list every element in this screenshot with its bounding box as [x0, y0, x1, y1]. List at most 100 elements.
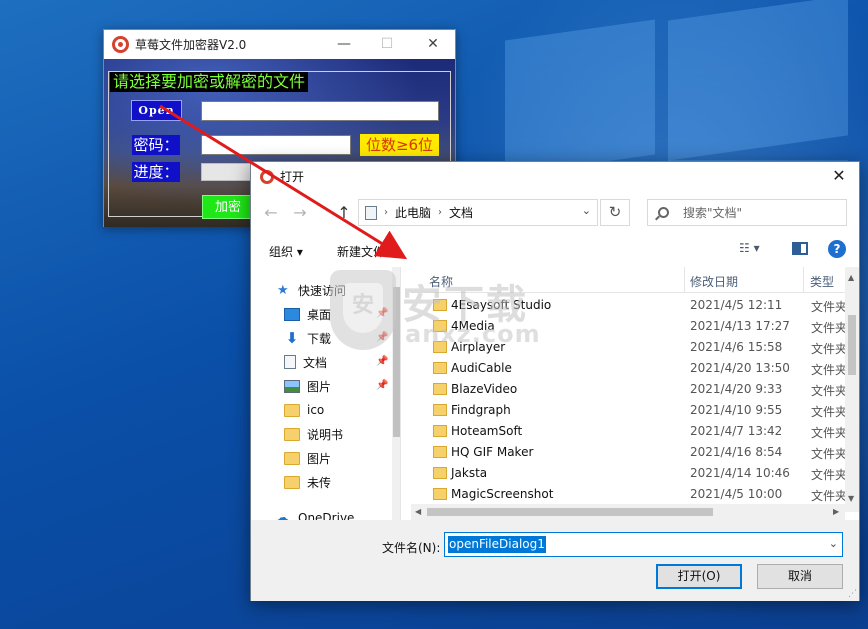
scroll-up-arrow-icon[interactable]: ▲	[848, 273, 854, 282]
nav-item-label: 图片	[307, 379, 332, 394]
horizontal-scroll-thumb[interactable]	[427, 508, 713, 516]
open-file-button[interactable]: Open	[131, 100, 182, 121]
nav-item-pictures[interactable]: 图片	[284, 375, 331, 397]
picture-icon	[284, 379, 300, 393]
watermark-shield-text: 安	[343, 283, 383, 333]
nav-item-documents[interactable]: 文档	[284, 351, 327, 373]
file-type: 文件夹	[811, 342, 848, 356]
folder-icon	[433, 467, 447, 479]
dialog-title: 打开	[280, 170, 305, 184]
file-row[interactable]: MagicScreenshot 2021/4/5 10:00 文件夹	[411, 484, 851, 505]
open-file-dialog: 打开 ✕ ← → ↑ › 此电脑 › 文档 ⌄ ↻ 搜索"文档" 组织 ▾ 新建…	[250, 161, 860, 601]
file-row[interactable]: Findgraph 2021/4/10 9:55 文件夹	[411, 400, 851, 421]
dialog-title-bar[interactable]: 打开	[251, 162, 859, 191]
scroll-right-arrow-icon[interactable]: ▶	[833, 507, 839, 516]
pin-icon: 📌	[376, 380, 389, 391]
preview-pane-icon[interactable]	[792, 242, 808, 255]
file-date: 2021/4/20 9:33	[690, 382, 783, 396]
nav-item-label: 桌面	[307, 307, 332, 322]
nav-item-onedrive[interactable]: ☁ OneDrive	[275, 507, 354, 520]
folder-icon	[433, 425, 447, 437]
nav-item-label: 未传	[307, 475, 332, 490]
organize-menu[interactable]: 组织 ▾	[269, 243, 303, 260]
password-input[interactable]	[201, 135, 351, 155]
breadcrumb-separator: ›	[438, 207, 443, 218]
breadcrumb-separator: ›	[384, 207, 388, 218]
file-date: 2021/4/5 10:00	[690, 487, 783, 501]
vertical-scroll-thumb[interactable]	[848, 315, 856, 375]
file-name: HQ GIF Maker	[451, 445, 534, 459]
dialog-close-button[interactable]: ✕	[825, 166, 853, 186]
breadcrumb-documents[interactable]: 文档	[449, 204, 473, 221]
open-button[interactable]: 打开(O)	[656, 564, 742, 589]
help-icon[interactable]: ?	[828, 240, 846, 258]
scroll-down-arrow-icon[interactable]: ▼	[848, 494, 854, 503]
nav-item-ico[interactable]: ico	[284, 399, 324, 421]
folder-icon	[284, 403, 300, 417]
app-title-bar[interactable]: 草莓文件加密器V2.0	[104, 30, 455, 59]
scroll-left-arrow-icon[interactable]: ◀	[415, 507, 421, 516]
search-placeholder: 搜索"文档"	[683, 206, 743, 220]
password-label: 密码：	[132, 135, 180, 155]
file-type: 文件夹	[811, 489, 848, 503]
file-row[interactable]: Jaksta 2021/4/14 10:46 文件夹	[411, 463, 851, 484]
refresh-button[interactable]: ↻	[600, 199, 630, 226]
search-box[interactable]: 搜索"文档"	[647, 199, 847, 226]
maximize-button[interactable]: ☐	[372, 34, 402, 54]
search-icon	[658, 207, 669, 218]
folder-icon	[284, 475, 300, 489]
folder-icon	[284, 427, 300, 441]
breadcrumb-this-pc[interactable]: 此电脑	[395, 204, 431, 221]
filename-value: openFileDialog1	[448, 536, 546, 553]
nav-item-pictures-folder[interactable]: 图片	[284, 447, 331, 469]
minimize-button[interactable]: —	[329, 34, 359, 54]
view-options-icon[interactable]: ☷ ▾	[739, 241, 771, 259]
file-row[interactable]: BlazeVideo 2021/4/20 9:33 文件夹	[411, 379, 851, 400]
nav-item-label: 图片	[307, 451, 332, 466]
file-date: 2021/4/10 9:55	[690, 403, 783, 417]
folder-icon	[433, 488, 447, 500]
nav-item-manual[interactable]: 说明书	[284, 423, 343, 445]
file-name: Findgraph	[451, 403, 511, 417]
folder-icon	[284, 451, 300, 465]
download-icon: ⬇	[285, 329, 299, 347]
file-date: 2021/4/14 10:46	[690, 466, 790, 480]
column-divider[interactable]	[803, 267, 804, 293]
file-list-horizontal-scrollbar[interactable]: ◀ ▶	[411, 504, 845, 520]
column-date[interactable]: 修改日期	[690, 273, 738, 290]
filename-input[interactable]: openFileDialog1 ⌄	[444, 532, 843, 557]
cancel-button[interactable]: 取消	[757, 564, 843, 589]
cloud-icon: ☁	[275, 510, 289, 520]
nav-item-desktop[interactable]: 桌面	[284, 303, 331, 325]
forward-arrow-icon[interactable]: →	[291, 204, 309, 222]
address-bar[interactable]: › 此电脑 › 文档 ⌄	[358, 199, 598, 226]
back-arrow-icon[interactable]: ←	[262, 204, 280, 222]
file-row[interactable]: AudiCable 2021/4/20 13:50 文件夹	[411, 358, 851, 379]
nav-item-unsent[interactable]: 未传	[284, 471, 331, 493]
folder-icon	[433, 404, 447, 416]
file-date: 2021/4/16 8:54	[690, 445, 783, 459]
file-type: 文件夹	[811, 468, 848, 482]
column-type[interactable]: 类型	[810, 273, 834, 290]
file-date: 2021/4/5 12:11	[690, 298, 783, 312]
file-name: AudiCable	[451, 361, 512, 375]
sort-ascending-icon: ^	[549, 267, 557, 274]
file-row[interactable]: HQ GIF Maker 2021/4/16 8:54 文件夹	[411, 442, 851, 463]
file-row[interactable]: HoteamSoft 2021/4/7 13:42 文件夹	[411, 421, 851, 442]
file-list-vertical-scrollbar[interactable]: ▲ ▼	[845, 267, 859, 512]
file-path-input[interactable]	[201, 101, 439, 121]
file-date: 2021/4/7 13:42	[690, 424, 783, 438]
app-title: 草莓文件加密器V2.0	[135, 38, 247, 52]
column-divider[interactable]	[684, 267, 685, 293]
progress-label: 进度：	[132, 162, 180, 182]
new-folder-button[interactable]: 新建文件夹	[337, 243, 397, 260]
nav-item-label: 下载	[307, 331, 332, 346]
nav-item-downloads[interactable]: ⬇ 下载	[284, 327, 331, 349]
encrypt-button[interactable]: 加密	[202, 195, 254, 219]
address-dropdown-icon[interactable]: ⌄	[582, 204, 591, 217]
resize-grip-icon[interactable]: ⋰	[848, 589, 857, 599]
chevron-down-icon[interactable]: ⌄	[829, 537, 838, 550]
close-button[interactable]: ✕	[418, 34, 448, 54]
file-type: 文件夹	[811, 363, 848, 377]
up-arrow-icon[interactable]: ↑	[335, 204, 353, 222]
